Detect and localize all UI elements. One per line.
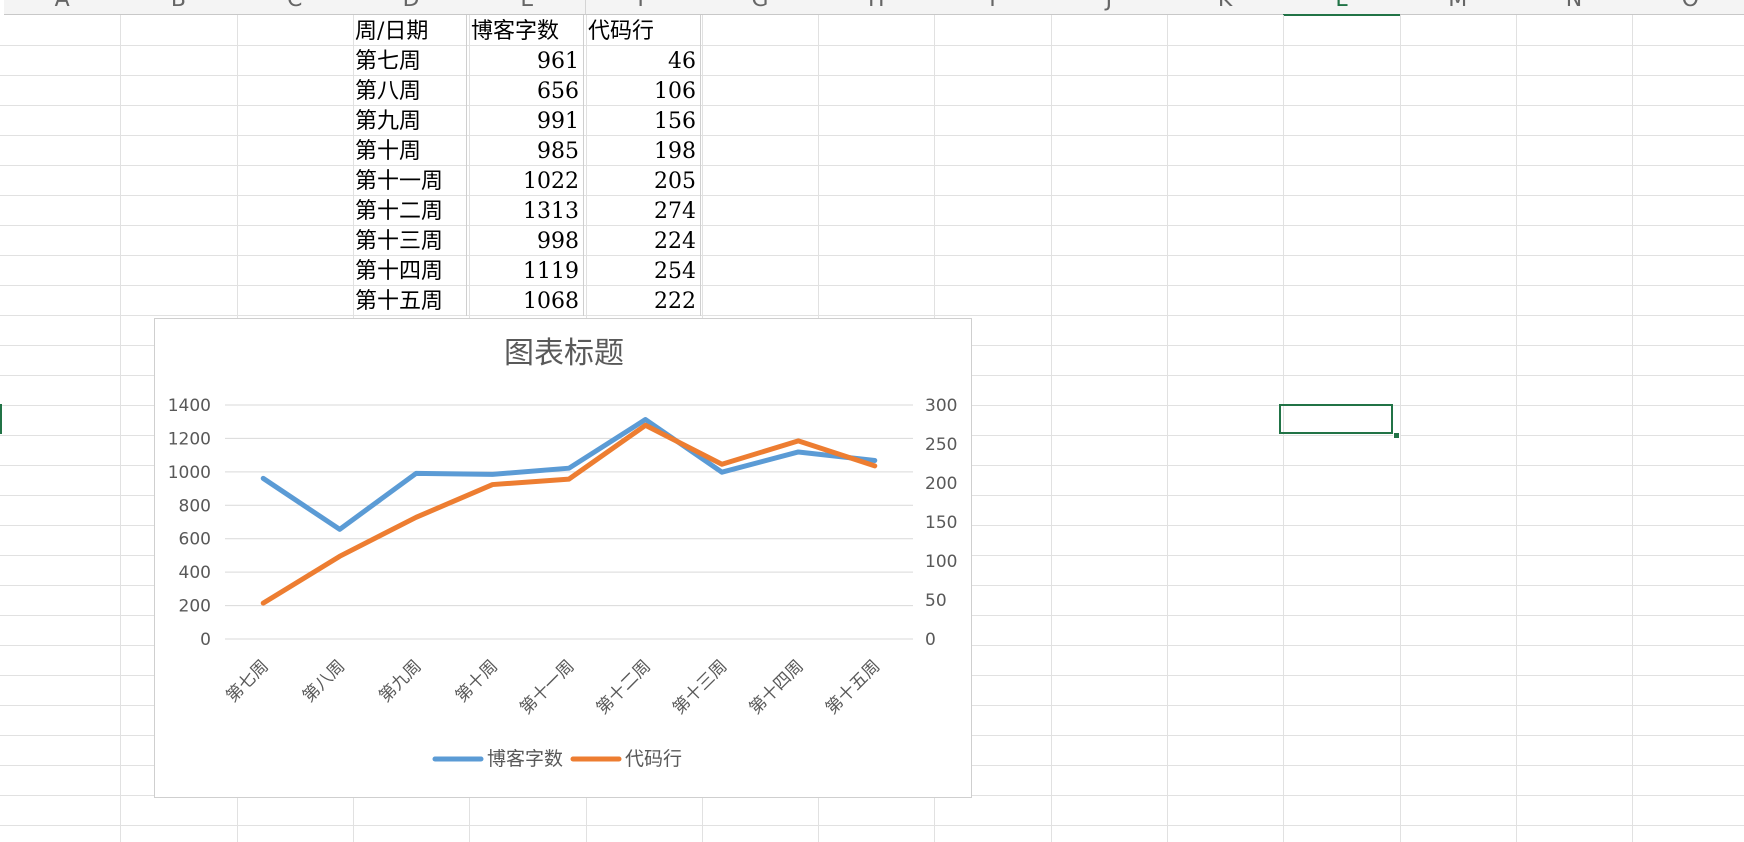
column-header-a[interactable]: A <box>4 0 122 15</box>
table-cell[interactable]: 198 <box>584 136 700 165</box>
table-cell[interactable]: 第十四周 <box>351 256 467 285</box>
column-header-k[interactable]: K <box>1167 0 1285 15</box>
grid-vline <box>1167 15 1168 842</box>
table-cell[interactable]: 第七周 <box>351 46 467 75</box>
table-cell[interactable]: 第十周 <box>351 136 467 165</box>
table-cell[interactable]: 第十一周 <box>351 166 467 195</box>
column-header-f[interactable]: F <box>585 0 703 15</box>
table-cell[interactable]: 1119 <box>467 256 583 285</box>
column-header-l[interactable]: L <box>1283 0 1401 16</box>
y-secondary-tick-label: 150 <box>925 513 957 533</box>
y-secondary-tick-label: 0 <box>925 630 936 650</box>
table-cell[interactable]: 656 <box>467 76 583 105</box>
x-tick-label: 第十周 <box>452 656 502 706</box>
column-header-e[interactable]: E <box>469 0 587 15</box>
grid-hline <box>0 195 1744 196</box>
table-cell[interactable]: 222 <box>584 286 700 315</box>
grid-vline <box>1050 15 1052 842</box>
column-header-c[interactable]: C <box>236 0 354 15</box>
grid-hline <box>0 165 1744 166</box>
y-primary-tick-label: 800 <box>179 496 211 516</box>
table-cell[interactable]: 274 <box>584 196 700 225</box>
table-cell[interactable]: 1068 <box>467 286 583 315</box>
x-tick-label: 第十一周 <box>516 656 578 718</box>
y-primary-tick-label: 400 <box>179 563 211 583</box>
column-header-i[interactable]: I <box>934 0 1052 15</box>
legend-label-1: 博客字数 <box>487 748 563 770</box>
x-tick-label: 第八周 <box>299 656 349 706</box>
table-cell[interactable]: 46 <box>584 46 700 75</box>
y-secondary-tick-label: 100 <box>925 552 957 572</box>
line-chart[interactable]: 图表标题 0 200 400 600 800 1000 1200 1400 0 50 100 150 20… <box>154 318 972 798</box>
grid-hline <box>0 135 1744 136</box>
grid-hline <box>0 45 1744 46</box>
table-cell[interactable]: 第十五周 <box>351 286 467 315</box>
y-secondary-tick-label: 300 <box>925 396 957 416</box>
series-line-2 <box>260 422 878 606</box>
y-secondary-tick-label: 50 <box>925 591 947 611</box>
y-primary-tick-label: 0 <box>200 630 211 650</box>
spreadsheet-grid[interactable]: ABCDEFGHIJKLMNO 周/日期博客字数代码行第七周96146第八周65… <box>0 0 1744 842</box>
legend-label-2: 代码行 <box>625 748 682 770</box>
grid-hline <box>0 315 1744 316</box>
table-cell[interactable]: 254 <box>584 256 700 285</box>
table-cell[interactable]: 1313 <box>467 196 583 225</box>
column-header-g[interactable]: G <box>701 0 820 15</box>
chart-canvas: 图表标题 0 200 400 600 800 1000 1200 1400 0 50 100 150 20… <box>168 336 958 770</box>
table-cell[interactable]: 第十二周 <box>351 196 467 225</box>
x-tick-label: 第十二周 <box>593 656 655 718</box>
y-secondary-tick-label: 200 <box>925 474 957 494</box>
y-primary-tick-label: 1000 <box>168 463 211 483</box>
table-cell[interactable]: 代码行 <box>584 16 700 45</box>
grid-vline <box>1515 15 1517 842</box>
table-cell[interactable]: 998 <box>467 226 583 255</box>
chart-title: 图表标题 <box>504 336 624 371</box>
grid-hline <box>0 75 1744 76</box>
y-primary-tick-label: 600 <box>179 530 211 550</box>
column-header-m[interactable]: M <box>1399 0 1517 15</box>
active-row-marker <box>0 404 2 434</box>
selected-cell[interactable] <box>1279 404 1393 434</box>
x-tick-label: 第九周 <box>375 656 425 706</box>
column-header-j[interactable]: J <box>1050 0 1168 15</box>
table-cell[interactable]: 224 <box>584 226 700 255</box>
table-cell[interactable]: 205 <box>584 166 700 195</box>
table-cell[interactable]: 第十三周 <box>351 226 467 255</box>
table-cell[interactable]: 961 <box>467 46 583 75</box>
column-header-d[interactable]: D <box>352 0 471 15</box>
column-header-n[interactable]: N <box>1515 0 1634 15</box>
y-primary-tick-label: 1200 <box>168 429 211 449</box>
table-cell[interactable]: 博客字数 <box>467 16 583 45</box>
grid-hline <box>0 255 1744 256</box>
table-cell[interactable]: 1022 <box>467 166 583 195</box>
y-secondary-tick-label: 250 <box>925 435 957 455</box>
grid-hline <box>0 105 1744 106</box>
grid-hline <box>0 225 1744 226</box>
table-cell[interactable]: 106 <box>584 76 700 105</box>
grid-hline <box>0 825 1744 826</box>
table-cell[interactable]: 991 <box>467 106 583 135</box>
y-primary-tick-label: 200 <box>179 597 211 617</box>
x-tick-label: 第十四周 <box>746 656 808 718</box>
y-primary-tick-label: 1400 <box>168 396 211 416</box>
table-cell[interactable]: 周/日期 <box>351 16 467 45</box>
x-tick-label: 第十三周 <box>669 656 731 718</box>
series-line-1 <box>260 417 878 532</box>
grid-vline <box>1632 15 1634 842</box>
table-cell[interactable]: 第九周 <box>351 106 467 135</box>
grid-hline <box>0 285 1744 286</box>
table-cell[interactable]: 156 <box>584 106 700 135</box>
x-tick-label: 第七周 <box>223 656 273 706</box>
x-tick-label: 第十五周 <box>822 656 884 718</box>
column-header-o[interactable]: O <box>1632 0 1744 15</box>
fill-handle[interactable] <box>1393 432 1400 439</box>
table-cell[interactable]: 第八周 <box>351 76 467 105</box>
grid-vline <box>1399 15 1401 842</box>
table-cell[interactable]: 985 <box>467 136 583 165</box>
column-header-h[interactable]: H <box>818 0 936 15</box>
grid-vline <box>120 15 122 842</box>
column-header-b[interactable]: B <box>120 0 238 15</box>
